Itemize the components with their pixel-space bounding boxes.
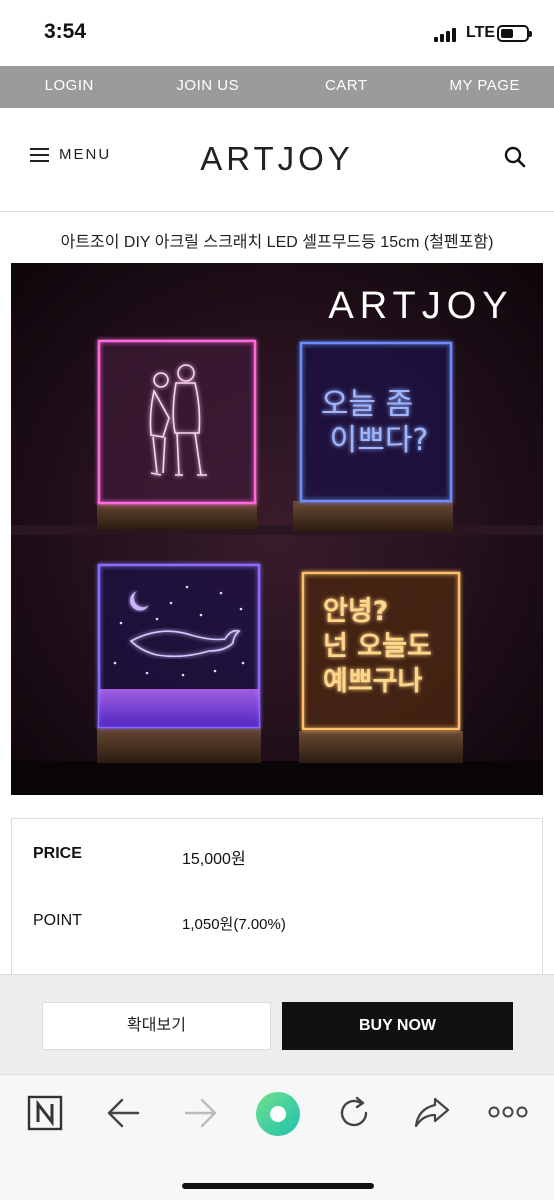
panel4-line3: 예쁘구나 [323,666,423,697]
product-image[interactable]: ARTJOY 오늘 좀 이쁘다? 안녕? 넌 오늘도 예쁘구나 [11,263,543,795]
panel4-line2: 넌 오늘도 [323,631,432,662]
nav-cart[interactable]: CART [277,66,416,108]
home-indicator [182,1183,374,1189]
panel2-line1: 오늘 좀 [321,387,413,422]
status-bar: 3:54 LTE [0,0,554,66]
back-icon[interactable] [106,1097,140,1129]
naver-icon[interactable] [27,1095,63,1131]
nav-join-us[interactable]: JOIN US [139,66,278,108]
nav-login[interactable]: LOGIN [0,66,139,108]
price-value: 15,000원 [182,851,246,868]
product-info: PRICE 15,000원 POINT 1,050원(7.00%) [11,818,543,988]
image-brand: ARTJOY [328,285,513,327]
top-nav: LOGIN JOIN US CART MY PAGE [0,66,554,108]
price-label: PRICE [33,845,82,862]
more-icon[interactable] [488,1105,528,1119]
action-bar: 확대보기 BUY NOW [0,974,554,1074]
panel4-line1: 안녕? [323,596,388,627]
buy-now-button[interactable]: BUY NOW [282,1002,513,1050]
network-label: LTE [466,24,496,41]
forward-icon [184,1098,217,1128]
point-label: POINT [33,912,82,929]
nav-my-page[interactable]: MY PAGE [416,66,554,108]
reload-icon[interactable] [336,1095,372,1131]
search-icon[interactable] [504,146,526,168]
zoom-button[interactable]: 확대보기 [42,1002,271,1050]
site-header: MENU ARTJOY [0,108,554,212]
product-title: 아트조이 DIY 아크릴 스크래치 LED 셀프무드등 15cm (철펜포함) [60,234,494,251]
green-dot-icon[interactable] [255,1091,301,1137]
status-time: 3:54 [44,20,87,43]
point-value: 1,050원(7.00%) [182,916,286,933]
site-logo[interactable]: ARTJOY [0,140,554,178]
panel2-line2: 이쁘다? [330,423,429,458]
share-icon[interactable] [413,1095,451,1131]
signal-icon [434,28,460,42]
browser-toolbar [0,1074,554,1200]
battery-icon [497,25,532,42]
